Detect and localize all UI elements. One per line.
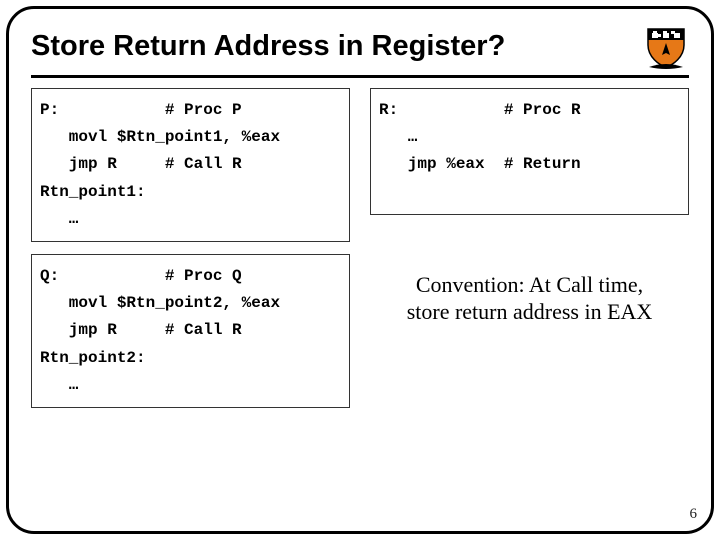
title-row: Store Return Address in Register? — [31, 23, 689, 78]
code-box-q: Q: # Proc Q movl $Rtn_point2, %eax jmp R… — [31, 254, 350, 408]
caption-line-1: Convention: At Call time, — [416, 272, 643, 297]
code-box-r: R: # Proc R … jmp %eax # Return — [370, 88, 689, 215]
caption: Convention: At Call time, store return a… — [370, 271, 689, 326]
princeton-shield-icon — [643, 23, 689, 69]
code-box-p: P: # Proc P movl $Rtn_point1, %eax jmp R… — [31, 88, 350, 242]
slide-title: Store Return Address in Register? — [31, 30, 505, 63]
page-number: 6 — [690, 506, 698, 523]
content-area: P: # Proc P movl $Rtn_point1, %eax jmp R… — [31, 88, 689, 408]
slide-frame: Store Return Address in Register? P: # P… — [6, 6, 714, 534]
caption-line-2: store return address in EAX — [407, 299, 653, 324]
right-column: R: # Proc R … jmp %eax # Return Conventi… — [370, 88, 689, 408]
left-column: P: # Proc P movl $Rtn_point1, %eax jmp R… — [31, 88, 350, 408]
